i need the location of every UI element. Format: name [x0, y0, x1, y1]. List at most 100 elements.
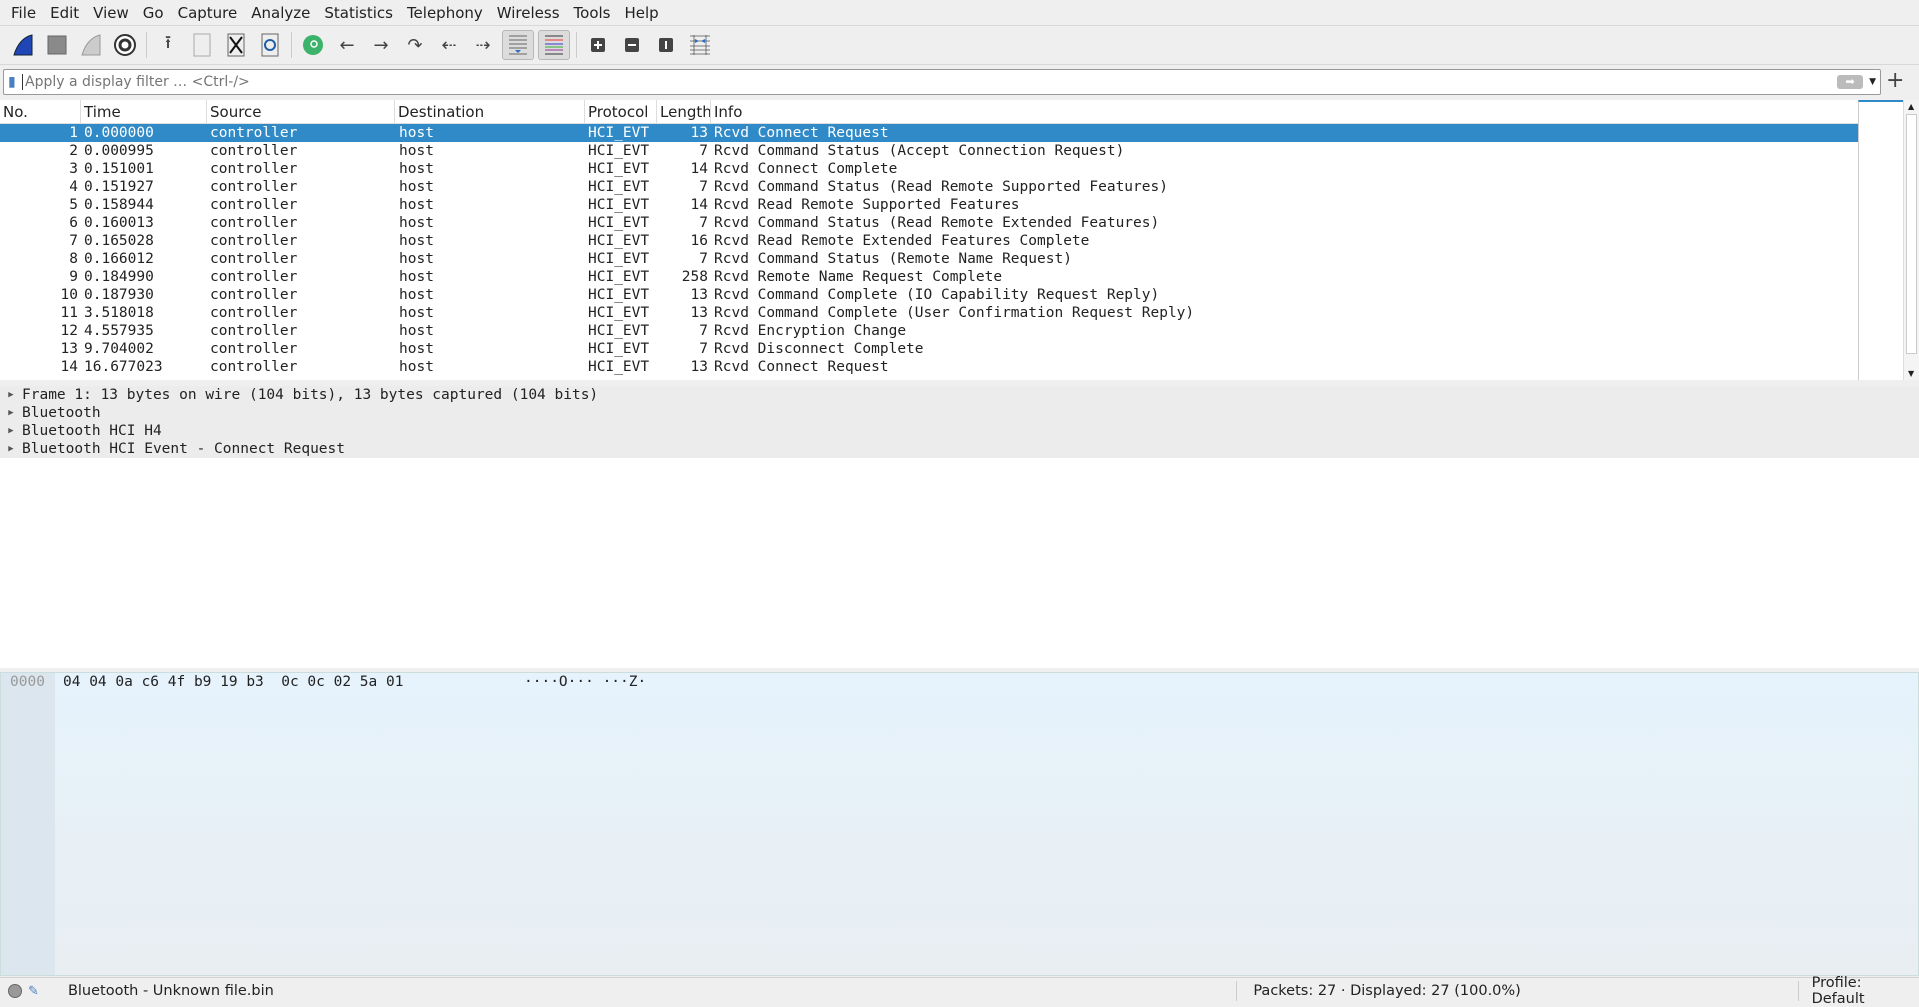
menu-capture[interactable]: Capture: [171, 4, 245, 22]
scrollbar-thumb[interactable]: [1906, 114, 1917, 354]
capture-options-icon[interactable]: [110, 30, 140, 60]
packet-row[interactable]: 14 16.677023 controller host HCI_EVT 13 Rcvd C…: [0, 358, 1858, 376]
zoom-in-icon[interactable]: [583, 30, 613, 60]
packet-row[interactable]: 4 0.151927 controller host HCI_EVT 7 Rcvd Comm…: [0, 178, 1858, 196]
apply-filter-arrow-icon[interactable]: ➡: [1837, 75, 1864, 89]
restart-capture-icon[interactable]: [76, 30, 106, 60]
close-file-icon[interactable]: [221, 30, 251, 60]
packet-row[interactable]: 13 9.704002 controller host HCI_EVT 7 Rcvd Dis…: [0, 340, 1858, 358]
menu-wireless[interactable]: Wireless: [490, 4, 567, 22]
cell-source: controller: [210, 233, 298, 249]
packet-row[interactable]: 5 0.158944 controller host HCI_EVT 14 Rcvd Rea…: [0, 196, 1858, 214]
expand-arrow-icon[interactable]: ▶: [0, 404, 22, 422]
menu-view[interactable]: View: [86, 4, 136, 22]
packet-row[interactable]: 8 0.166012 controller host HCI_EVT 7 Rcvd Comm…: [0, 250, 1858, 268]
column-header-destination[interactable]: Destination: [395, 100, 585, 123]
scroll-up-icon[interactable]: ▲: [1908, 102, 1914, 111]
cell-destination: host: [399, 287, 434, 303]
detail-tree-item[interactable]: ▶ Frame 1: 13 bytes on wire (104 bits), 1…: [0, 386, 1919, 404]
go-forward-icon[interactable]: →: [366, 30, 396, 60]
cell-length: 16: [690, 233, 708, 249]
cell-protocol: HCI_EVT: [588, 341, 650, 357]
autoscroll-icon[interactable]: [502, 30, 534, 60]
cell-destination: host: [399, 251, 434, 267]
resize-columns-icon[interactable]: [685, 30, 715, 60]
packet-row[interactable]: 7 0.165028 controller host HCI_EVT 16 Rcvd Rea…: [0, 232, 1858, 250]
last-packet-icon[interactable]: ⇢: [468, 30, 498, 60]
ascii-bytes[interactable]: ····O··· ···Z·: [524, 673, 646, 691]
cell-no: 2: [69, 143, 78, 159]
expand-arrow-icon[interactable]: ▶: [0, 422, 22, 440]
save-file-icon[interactable]: [187, 30, 217, 60]
filter-dropdown-icon[interactable]: ▼: [1869, 77, 1876, 87]
detail-tree-item[interactable]: ▶ Bluetooth HCI Event - Connect Request: [0, 440, 1919, 458]
cell-destination: host: [399, 359, 434, 375]
add-filter-button-plus-icon[interactable]: +: [1886, 68, 1904, 93]
cell-protocol: HCI_EVT: [588, 269, 650, 285]
column-header-source[interactable]: Source: [207, 100, 395, 123]
cell-info: Rcvd Disconnect Complete: [714, 341, 924, 357]
display-filter-input[interactable]: [22, 74, 1838, 90]
find-packet-icon[interactable]: [298, 30, 328, 60]
status-file-name: Bluetooth - Unknown file.bin: [67, 983, 274, 999]
packet-row[interactable]: 2 0.000995 controller host HCI_EVT 7 Rcvd Comm…: [0, 142, 1858, 160]
bookmark-icon[interactable]: ▮: [8, 74, 22, 90]
cell-length: 13: [690, 305, 708, 321]
packet-row[interactable]: 6 0.160013 controller host HCI_EVT 7 Rcvd Comm…: [0, 214, 1858, 232]
cell-destination: host: [399, 305, 434, 321]
start-capture-icon[interactable]: [8, 30, 38, 60]
cell-protocol: HCI_EVT: [588, 125, 650, 141]
status-profile[interactable]: Profile: Default: [1812, 975, 1919, 1007]
cell-destination: host: [399, 233, 434, 249]
packet-list: No. Time Source Destination Protocol Len…: [0, 100, 1858, 380]
expand-arrow-icon[interactable]: ▶: [0, 440, 22, 458]
scroll-down-icon[interactable]: ▼: [1908, 369, 1914, 378]
expert-info-icon[interactable]: [8, 984, 22, 998]
cell-time: 0.151001: [84, 161, 154, 177]
cell-destination: host: [399, 143, 434, 159]
packet-minimap-scrollbar[interactable]: [1858, 100, 1903, 380]
first-packet-icon[interactable]: ⇠: [434, 30, 464, 60]
cell-info: Rcvd Remote Name Request Complete: [714, 269, 1003, 285]
cell-source: controller: [210, 287, 298, 303]
expand-arrow-icon[interactable]: ▶: [0, 386, 22, 404]
menu-tools[interactable]: Tools: [567, 4, 618, 22]
stop-capture-icon[interactable]: [42, 30, 72, 60]
packet-row[interactable]: 1 0.000000 controller host HCI_EVT 13 Rcvd Con…: [0, 124, 1858, 142]
capture-comment-icon[interactable]: ✎: [28, 984, 46, 999]
menu-go[interactable]: Go: [136, 4, 171, 22]
packet-row[interactable]: 11 3.518018 controller host HCI_EVT 13 Rcvd Co…: [0, 304, 1858, 322]
reload-file-icon[interactable]: [255, 30, 285, 60]
go-to-packet-icon[interactable]: ↷: [400, 30, 430, 60]
cell-no: 9: [69, 269, 78, 285]
menu-help[interactable]: Help: [617, 4, 665, 22]
cell-destination: host: [399, 215, 434, 231]
column-header-length[interactable]: Length: [657, 100, 711, 123]
packet-row[interactable]: 10 0.187930 controller host HCI_EVT 13 Rcvd Co…: [0, 286, 1858, 304]
open-file-icon[interactable]: ⭱: [153, 30, 183, 60]
column-header-time[interactable]: Time: [81, 100, 207, 123]
packet-row[interactable]: 3 0.151001 controller host HCI_EVT 14 Rcvd Con…: [0, 160, 1858, 178]
cell-info: Rcvd Connect Request: [714, 125, 889, 141]
menu-analyze[interactable]: Analyze: [244, 4, 317, 22]
packet-row[interactable]: 12 4.557935 controller host HCI_EVT 7 Rcvd Enc…: [0, 322, 1858, 340]
column-header-no[interactable]: No.: [0, 100, 81, 123]
packet-row[interactable]: 9 0.184990 controller host HCI_EVT 258 Rcvd Re…: [0, 268, 1858, 286]
column-header-protocol[interactable]: Protocol: [585, 100, 657, 123]
packet-list-scrollbar[interactable]: ▲ ▼: [1903, 100, 1919, 380]
column-header-info[interactable]: Info: [711, 100, 1858, 123]
menu-file[interactable]: File: [4, 4, 43, 22]
cell-source: controller: [210, 323, 298, 339]
go-back-icon[interactable]: ←: [332, 30, 362, 60]
hex-bytes[interactable]: 04 04 0a c6 4f b9 19 b3 0c 0c 02 5a 01: [63, 673, 403, 691]
menu-statistics[interactable]: Statistics: [317, 4, 400, 22]
zoom-out-icon[interactable]: [617, 30, 647, 60]
cell-no: 14: [60, 359, 78, 375]
detail-tree-item[interactable]: ▶ Bluetooth: [0, 404, 1919, 422]
colorize-icon[interactable]: [538, 30, 570, 60]
menu-telephony[interactable]: Telephony: [400, 4, 490, 22]
menu-edit[interactable]: Edit: [43, 4, 86, 22]
normal-size-icon[interactable]: [651, 30, 681, 60]
cell-protocol: HCI_EVT: [588, 233, 650, 249]
detail-tree-item[interactable]: ▶ Bluetooth HCI H4: [0, 422, 1919, 440]
